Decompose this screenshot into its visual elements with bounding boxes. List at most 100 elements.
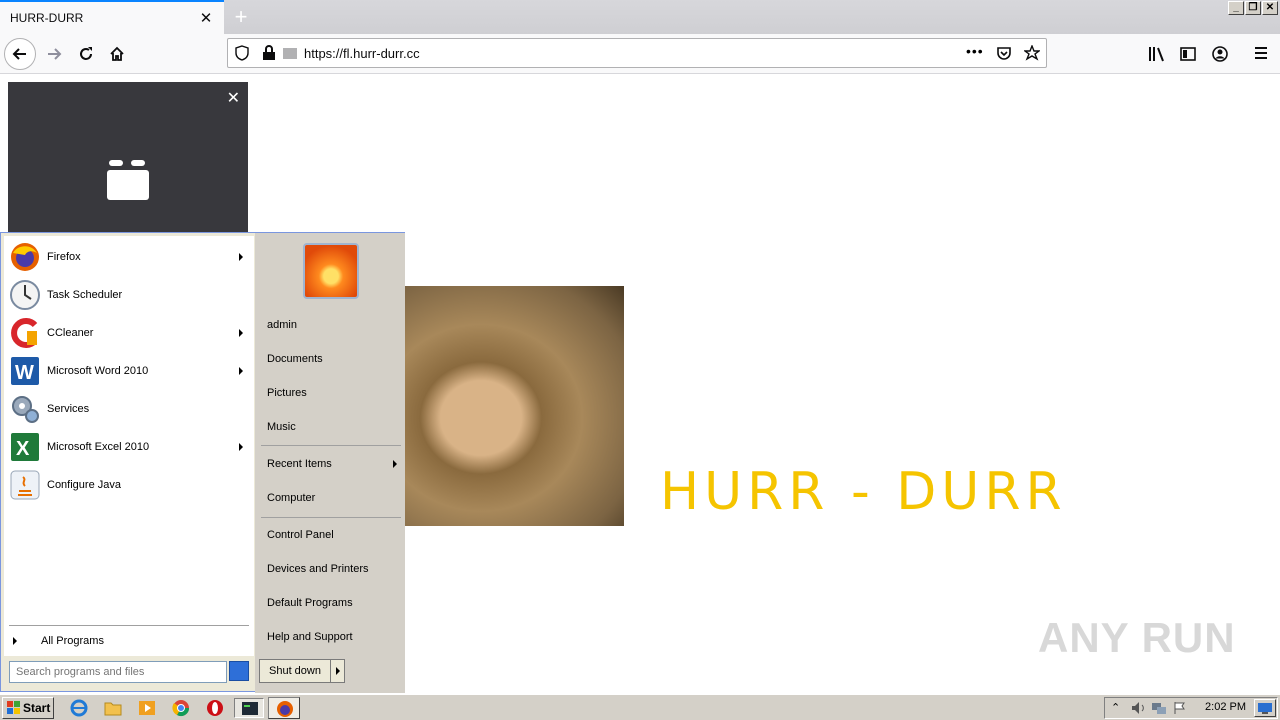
program-task-scheduler[interactable]: Task Scheduler xyxy=(9,277,249,313)
taskbar-task-firefox[interactable] xyxy=(268,697,300,719)
divider xyxy=(9,625,249,626)
place-pictures[interactable]: Pictures xyxy=(267,387,307,399)
arrow-right-icon xyxy=(335,667,340,675)
place-music[interactable]: Music xyxy=(267,421,296,433)
forward-button[interactable] xyxy=(38,38,70,70)
minimize-icon[interactable]: _ xyxy=(1228,1,1244,15)
url-text: https://fl.hurr-durr.cc xyxy=(304,46,420,61)
tab-bar: HURR-DURR ✕ + _ ❐ ✕ xyxy=(0,0,1280,34)
media-player-icon[interactable] xyxy=(138,699,156,717)
pocket-icon[interactable] xyxy=(996,45,1012,61)
taskbar-task-terminal[interactable] xyxy=(234,698,264,718)
program-excel[interactable]: X Microsoft Excel 2010 xyxy=(9,429,249,465)
lock-icon[interactable] xyxy=(262,45,276,61)
close-window-icon[interactable]: ✕ xyxy=(1262,1,1278,15)
submenu-arrow-icon xyxy=(239,329,243,337)
popup-close-icon[interactable]: ✕ xyxy=(227,88,240,108)
page-actions-icon[interactable]: ••• xyxy=(966,43,984,59)
volume-icon[interactable] xyxy=(1131,701,1147,715)
program-label: CCleaner xyxy=(47,327,94,339)
system-tray: ⌃ xyxy=(1104,697,1278,719)
back-arrow-icon xyxy=(12,48,26,60)
place-help-support[interactable]: Help and Support xyxy=(267,631,353,643)
ie-icon[interactable] xyxy=(70,699,88,717)
show-hidden-icons-icon[interactable]: ⌃ xyxy=(1111,701,1120,714)
start-search-input[interactable] xyxy=(9,661,227,683)
windows-logo-icon xyxy=(7,701,20,714)
reload-icon xyxy=(80,47,92,60)
bookmark-star-icon[interactable] xyxy=(1024,45,1040,61)
library-icon[interactable] xyxy=(1148,46,1166,62)
word-icon: W xyxy=(11,357,39,385)
window-controls: _ ❐ ✕ xyxy=(1228,1,1278,15)
taskbar: Start ⌃ 2:02 PM xyxy=(0,694,1280,720)
shutdown-label: Shut down xyxy=(269,665,321,677)
excel-icon: X xyxy=(11,433,39,461)
program-label: Microsoft Word 2010 xyxy=(47,365,149,377)
shield-icon[interactable] xyxy=(234,45,250,61)
shutdown-button[interactable]: Shut down xyxy=(259,659,345,683)
reload-button[interactable] xyxy=(70,38,102,70)
video-popup: ✕ xyxy=(8,82,248,232)
start-button[interactable]: Start xyxy=(2,697,54,719)
program-firefox[interactable]: Firefox xyxy=(9,239,249,275)
svg-text:X: X xyxy=(16,438,30,460)
tab-close-icon[interactable]: ✕ xyxy=(198,10,214,27)
sidebar-icon[interactable] xyxy=(1180,46,1196,62)
network-icon[interactable] xyxy=(1151,701,1167,715)
program-ccleaner[interactable]: CCleaner xyxy=(9,315,249,351)
firefox-icon xyxy=(277,701,293,717)
program-services[interactable]: Services xyxy=(9,391,249,427)
divider xyxy=(261,445,401,446)
home-button[interactable] xyxy=(101,38,133,70)
place-recent-items[interactable]: Recent Items xyxy=(267,458,397,470)
media-placeholder-icon xyxy=(107,160,149,200)
ccleaner-icon xyxy=(11,318,38,348)
all-programs-button[interactable]: All Programs xyxy=(13,635,104,647)
place-devices-printers[interactable]: Devices and Printers xyxy=(267,563,369,575)
java-icon xyxy=(10,470,40,500)
gears-icon xyxy=(12,396,39,423)
place-documents[interactable]: Documents xyxy=(267,353,323,365)
program-label: Microsoft Excel 2010 xyxy=(47,441,150,453)
menu-icon[interactable] xyxy=(1254,46,1268,60)
start-menu: Firefox Task Scheduler CCleaner W Micros… xyxy=(0,232,405,693)
account-icon[interactable] xyxy=(1212,46,1228,62)
back-button[interactable] xyxy=(4,38,36,70)
program-configure-java[interactable]: Configure Java xyxy=(9,467,249,503)
restore-icon[interactable]: ❐ xyxy=(1245,1,1261,15)
program-label: Task Scheduler xyxy=(47,289,123,301)
bulldog-photo xyxy=(404,286,624,526)
expand-arrow-icon xyxy=(13,637,17,645)
forward-arrow-icon xyxy=(48,48,62,60)
program-label: Services xyxy=(47,403,90,415)
clock-icon xyxy=(10,280,40,310)
url-bar[interactable]: https://fl.hurr-durr.cc ••• xyxy=(227,38,1047,68)
place-control-panel[interactable]: Control Panel xyxy=(267,529,334,541)
new-tab-icon[interactable]: + xyxy=(228,4,254,30)
folder-icon[interactable] xyxy=(104,699,122,717)
submenu-arrow-icon xyxy=(393,460,397,468)
clock[interactable]: 2:02 PM xyxy=(1205,701,1246,713)
home-icon xyxy=(110,46,124,61)
search-icon[interactable] xyxy=(229,661,249,681)
opera-icon[interactable] xyxy=(206,699,224,717)
shutdown-options-arrow[interactable] xyxy=(330,660,344,682)
recent-items-label: Recent Items xyxy=(267,458,332,470)
place-computer[interactable]: Computer xyxy=(267,492,315,504)
program-word[interactable]: W Microsoft Word 2010 xyxy=(9,353,249,389)
firefox-icon xyxy=(11,243,39,271)
terminal-icon xyxy=(242,702,258,715)
tab-title: HURR-DURR xyxy=(10,11,84,25)
permissions-icon[interactable] xyxy=(282,45,298,61)
page-heading: HURR - DURR xyxy=(660,462,1067,522)
navigation-toolbar: https://fl.hurr-durr.cc ••• xyxy=(0,34,1280,74)
show-desktop-button[interactable] xyxy=(1254,699,1276,717)
user-avatar[interactable] xyxy=(303,243,359,299)
chrome-icon[interactable] xyxy=(172,699,190,717)
flag-icon[interactable] xyxy=(1173,701,1187,715)
place-default-programs[interactable]: Default Programs xyxy=(267,597,353,609)
place-admin[interactable]: admin xyxy=(267,319,297,331)
tab-active[interactable]: HURR-DURR ✕ xyxy=(0,0,224,34)
submenu-arrow-icon xyxy=(239,443,243,451)
